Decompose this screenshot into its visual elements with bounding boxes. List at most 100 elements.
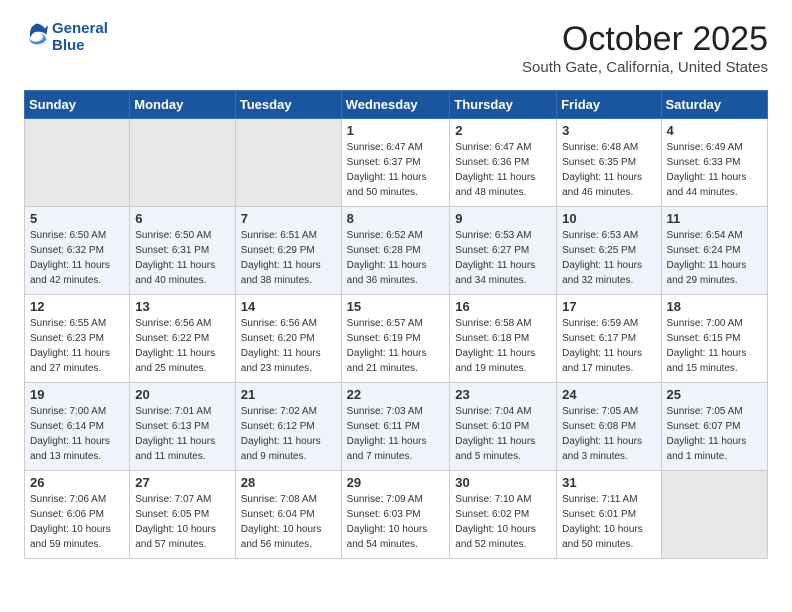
- day-info: Sunrise: 7:05 AMSunset: 6:07 PMDaylight:…: [667, 404, 762, 464]
- day-cell-25: 25 Sunrise: 7:05 AMSunset: 6:07 PMDayligh…: [661, 383, 767, 471]
- day-info: Sunrise: 7:03 AMSunset: 6:11 PMDaylight:…: [347, 404, 445, 464]
- week-row-3: 19Sunrise: 7:00 AMSunset: 6:14 PMDayligh…: [25, 383, 768, 471]
- header: General Blue October 2025 South Gate, Ca…: [24, 20, 768, 76]
- day-info: Sunrise: 6:58 AMSunset: 6:18 PMDaylight:…: [455, 316, 551, 376]
- day-cell-17: 17 Sunrise: 6:59 AMSunset: 6:17 PMDayligh…: [557, 295, 661, 383]
- day-cell-27: 27 Sunrise: 7:07 AMSunset: 6:05 PMDayligh…: [130, 471, 236, 559]
- day-number: 24: [562, 387, 655, 402]
- logo-icon: [24, 22, 48, 46]
- day-number: 25: [667, 387, 762, 402]
- header-saturday: Saturday: [661, 91, 767, 119]
- day-number: 21: [241, 387, 336, 402]
- day-number: 12: [30, 299, 124, 314]
- day-number: 27: [135, 475, 230, 490]
- day-cell-23: 23 Sunrise: 7:04 AMSunset: 6:10 PMDayligh…: [450, 383, 557, 471]
- day-cell-22: 22 Sunrise: 7:03 AMSunset: 6:11 PMDayligh…: [341, 383, 450, 471]
- day-cell-3: 3 Sunrise: 6:48 AMSunset: 6:35 PMDaylight…: [557, 119, 661, 207]
- title-block: October 2025 South Gate, California, Uni…: [522, 20, 768, 76]
- week-row-1: 5 Sunrise: 6:50 AMSunset: 6:32 PMDaylight…: [25, 207, 768, 295]
- day-cell-4: 4Sunrise: 6:49 AMSunset: 6:33 PMDaylight…: [661, 119, 767, 207]
- day-number: 16: [455, 299, 551, 314]
- day-number: 9: [455, 211, 551, 226]
- day-number: 11: [667, 211, 762, 226]
- day-number: 13: [135, 299, 230, 314]
- day-cell-29: 29Sunrise: 7:09 AMSunset: 6:03 PMDayligh…: [341, 471, 450, 559]
- day-info: Sunrise: 7:06 AMSunset: 6:06 PMDaylight:…: [30, 492, 124, 552]
- day-info: Sunrise: 6:52 AMSunset: 6:28 PMDaylight:…: [347, 228, 445, 288]
- day-number: 17: [562, 299, 655, 314]
- day-number: 3: [562, 123, 655, 138]
- day-cell-19: 19Sunrise: 7:00 AMSunset: 6:14 PMDayligh…: [25, 383, 130, 471]
- day-cell-13: 13 Sunrise: 6:56 AMSunset: 6:22 PMDayligh…: [130, 295, 236, 383]
- day-info: Sunrise: 6:48 AMSunset: 6:35 PMDaylight:…: [562, 140, 655, 200]
- day-cell-20: 20 Sunrise: 7:01 AMSunset: 6:13 PMDayligh…: [130, 383, 236, 471]
- day-number: 10: [562, 211, 655, 226]
- day-cell-1: 1 Sunrise: 6:47 AMSunset: 6:37 PMDaylight…: [341, 119, 450, 207]
- day-info: Sunrise: 7:02 AMSunset: 6:12 PMDaylight:…: [241, 404, 336, 464]
- day-info: Sunrise: 6:54 AMSunset: 6:24 PMDaylight:…: [667, 228, 762, 288]
- month-title: October 2025: [522, 20, 768, 59]
- week-row-2: 12 Sunrise: 6:55 AMSunset: 6:23 PMDayligh…: [25, 295, 768, 383]
- day-cell-26: 26Sunrise: 7:06 AMSunset: 6:06 PMDayligh…: [25, 471, 130, 559]
- day-cell-16: 16 Sunrise: 6:58 AMSunset: 6:18 PMDayligh…: [450, 295, 557, 383]
- day-cell-6: 6Sunrise: 6:50 AMSunset: 6:31 PMDaylight…: [130, 207, 236, 295]
- day-number: 18: [667, 299, 762, 314]
- calendar-page: General Blue October 2025 South Gate, Ca…: [0, 0, 792, 575]
- day-info: Sunrise: 6:56 AMSunset: 6:22 PMDaylight:…: [135, 316, 230, 376]
- day-cell-15: 15 Sunrise: 6:57 AMSunset: 6:19 PMDayligh…: [341, 295, 450, 383]
- day-cell-24: 24 Sunrise: 7:05 AMSunset: 6:08 PMDayligh…: [557, 383, 661, 471]
- day-number: 7: [241, 211, 336, 226]
- day-number: 2: [455, 123, 551, 138]
- day-cell-28: 28Sunrise: 7:08 AMSunset: 6:04 PMDayligh…: [235, 471, 341, 559]
- day-number: 31: [562, 475, 655, 490]
- day-info: Sunrise: 6:47 AMSunset: 6:36 PMDaylight:…: [455, 140, 551, 200]
- header-thursday: Thursday: [450, 91, 557, 119]
- day-info: Sunrise: 7:09 AMSunset: 6:03 PMDaylight:…: [347, 492, 445, 552]
- day-info: Sunrise: 7:05 AMSunset: 6:08 PMDaylight:…: [562, 404, 655, 464]
- day-info: Sunrise: 6:51 AMSunset: 6:29 PMDaylight:…: [241, 228, 336, 288]
- day-cell-11: 11 Sunrise: 6:54 AMSunset: 6:24 PMDayligh…: [661, 207, 767, 295]
- day-info: Sunrise: 7:07 AMSunset: 6:05 PMDaylight:…: [135, 492, 230, 552]
- day-number: 5: [30, 211, 124, 226]
- day-number: 30: [455, 475, 551, 490]
- day-number: 8: [347, 211, 445, 226]
- day-cell-12: 12 Sunrise: 6:55 AMSunset: 6:23 PMDayligh…: [25, 295, 130, 383]
- header-monday: Monday: [130, 91, 236, 119]
- day-number: 15: [347, 299, 445, 314]
- day-number: 14: [241, 299, 336, 314]
- week-row-4: 26Sunrise: 7:06 AMSunset: 6:06 PMDayligh…: [25, 471, 768, 559]
- header-wednesday: Wednesday: [341, 91, 450, 119]
- header-row: SundayMondayTuesdayWednesdayThursdayFrid…: [25, 91, 768, 119]
- day-info: Sunrise: 6:55 AMSunset: 6:23 PMDaylight:…: [30, 316, 124, 376]
- day-info: Sunrise: 6:49 AMSunset: 6:33 PMDaylight:…: [667, 140, 762, 200]
- day-number: 22: [347, 387, 445, 402]
- day-number: 1: [347, 123, 445, 138]
- day-info: Sunrise: 7:10 AMSunset: 6:02 PMDaylight:…: [455, 492, 551, 552]
- week-row-0: 1 Sunrise: 6:47 AMSunset: 6:37 PMDaylight…: [25, 119, 768, 207]
- day-info: Sunrise: 7:01 AMSunset: 6:13 PMDaylight:…: [135, 404, 230, 464]
- day-cell-7: 7 Sunrise: 6:51 AMSunset: 6:29 PMDaylight…: [235, 207, 341, 295]
- day-info: Sunrise: 6:47 AMSunset: 6:37 PMDaylight:…: [347, 140, 445, 200]
- header-friday: Friday: [557, 91, 661, 119]
- day-info: Sunrise: 7:00 AMSunset: 6:14 PMDaylight:…: [30, 404, 124, 464]
- day-info: Sunrise: 6:50 AMSunset: 6:32 PMDaylight:…: [30, 228, 124, 288]
- empty-cell: [25, 119, 130, 207]
- day-cell-10: 10Sunrise: 6:53 AMSunset: 6:25 PMDayligh…: [557, 207, 661, 295]
- day-info: Sunrise: 6:59 AMSunset: 6:17 PMDaylight:…: [562, 316, 655, 376]
- day-info: Sunrise: 6:56 AMSunset: 6:20 PMDaylight:…: [241, 316, 336, 376]
- day-number: 28: [241, 475, 336, 490]
- day-number: 20: [135, 387, 230, 402]
- logo: General Blue: [24, 20, 108, 54]
- header-tuesday: Tuesday: [235, 91, 341, 119]
- calendar-table: SundayMondayTuesdayWednesdayThursdayFrid…: [24, 90, 768, 559]
- day-info: Sunrise: 6:50 AMSunset: 6:31 PMDaylight:…: [135, 228, 230, 288]
- empty-cell: [130, 119, 236, 207]
- day-info: Sunrise: 6:57 AMSunset: 6:19 PMDaylight:…: [347, 316, 445, 376]
- day-info: Sunrise: 7:04 AMSunset: 6:10 PMDaylight:…: [455, 404, 551, 464]
- day-cell-18: 18Sunrise: 7:00 AMSunset: 6:15 PMDayligh…: [661, 295, 767, 383]
- day-number: 23: [455, 387, 551, 402]
- day-cell-21: 21 Sunrise: 7:02 AMSunset: 6:12 PMDayligh…: [235, 383, 341, 471]
- day-cell-8: 8 Sunrise: 6:52 AMSunset: 6:28 PMDaylight…: [341, 207, 450, 295]
- location: South Gate, California, United States: [522, 59, 768, 76]
- day-cell-14: 14 Sunrise: 6:56 AMSunset: 6:20 PMDayligh…: [235, 295, 341, 383]
